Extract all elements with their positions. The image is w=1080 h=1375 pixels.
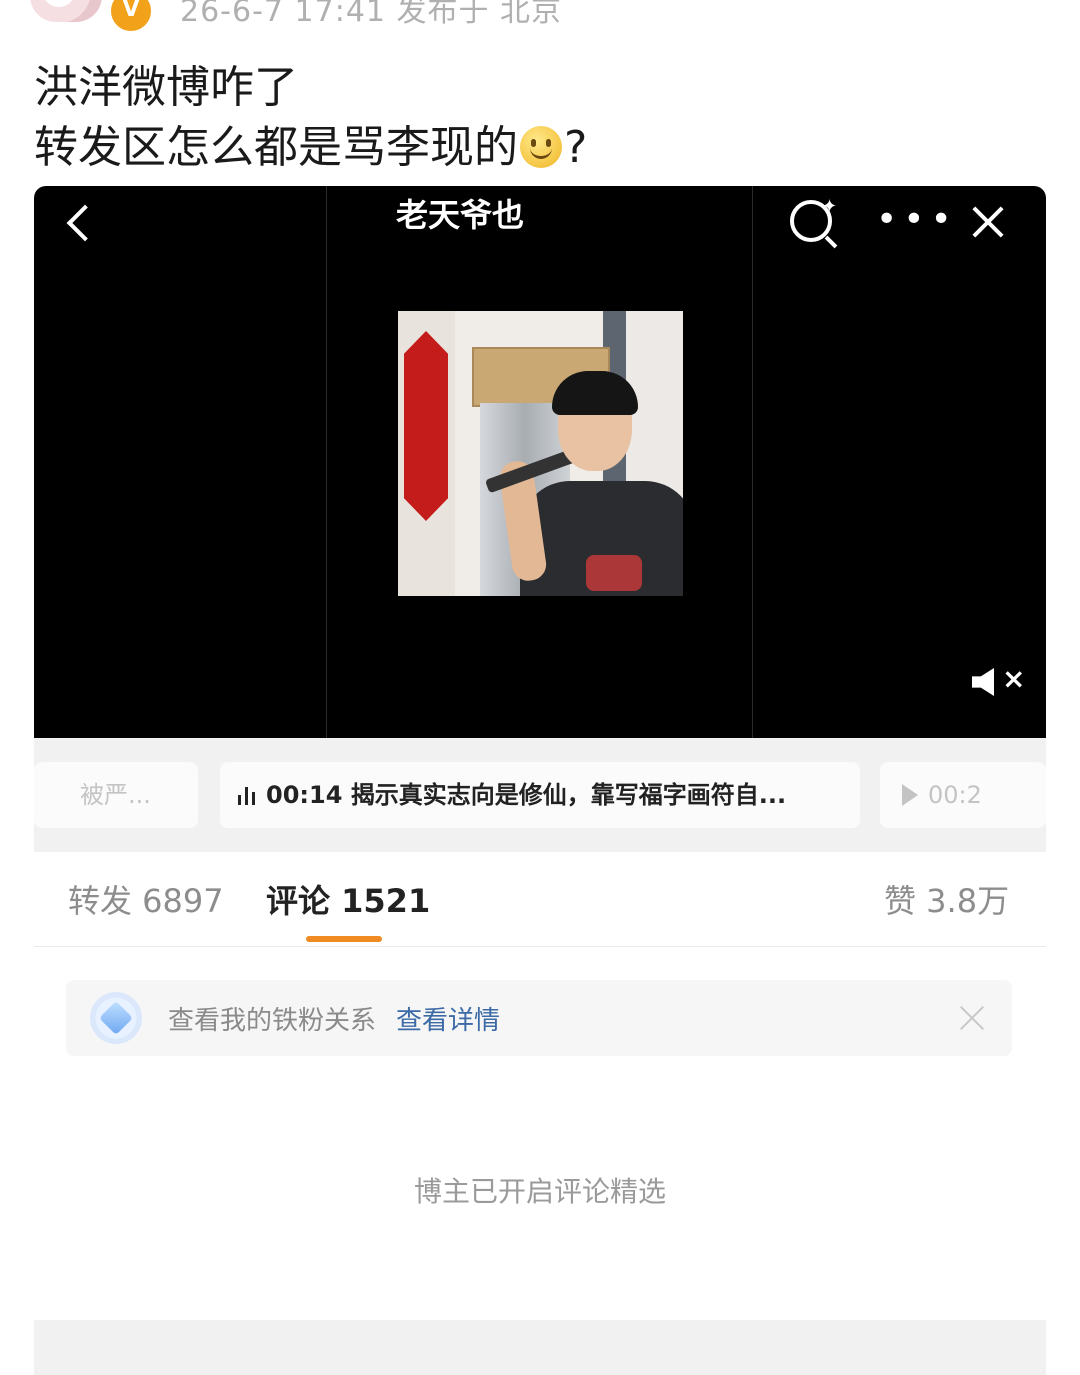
tab-repost[interactable]: 转发 6897 [68, 876, 224, 922]
bottom-bar [34, 1320, 1046, 1375]
post-meta: 26-6-7 17:41 发布于 北京 [180, 0, 563, 29]
post-line-2-text: 转发区怎么都是骂李现的 [34, 122, 518, 173]
video-frame-image [398, 311, 683, 596]
shirt-logo [586, 555, 642, 591]
person-hair [552, 371, 638, 415]
close-icon[interactable] [968, 202, 1008, 242]
fan-banner-link[interactable]: 查看详情 [396, 1000, 500, 1037]
mute-x-icon: × [1002, 662, 1026, 695]
verified-badge-icon: V [108, 0, 154, 34]
chapter-next-label: 00:2 [928, 781, 982, 809]
post-line-2: 转发区怎么都是骂李现的? [34, 118, 587, 178]
fu-banner [404, 331, 448, 521]
play-icon [902, 784, 918, 806]
post-body: 洪洋微博咋了 转发区怎么都是骂李现的? [34, 58, 587, 178]
more-icon[interactable]: ••• [876, 202, 958, 238]
chapter-chip-next[interactable]: 00:2 [880, 762, 1046, 828]
active-tab-indicator [306, 936, 382, 942]
tab-like[interactable]: 赞 3.8万 [884, 876, 1009, 922]
tab-comment[interactable]: 评论 1521 [266, 876, 430, 922]
post-line-1: 洪洋微博咋了 [34, 62, 298, 113]
sparkle-icon: ✦ [822, 196, 838, 217]
chapter-chip-prev[interactable]: 被严... [34, 762, 198, 828]
avatar[interactable] [30, 0, 102, 22]
panel-divider [752, 186, 753, 738]
post-line-2-suffix: ? [564, 122, 588, 173]
comments-curated-note: 博主已开启评论精选 [413, 1175, 666, 1208]
mute-icon[interactable]: × [972, 662, 1028, 700]
smile-emoji-icon [520, 126, 562, 168]
video-caption: 老天爷也 [396, 196, 525, 234]
divider [34, 946, 1046, 947]
diamond-icon [90, 992, 142, 1044]
chapter-current-label: 00:14 揭示真实志向是修仙，靠写福字画符自... [266, 781, 787, 809]
audio-bars-icon [238, 785, 260, 805]
speaker-icon [972, 668, 994, 696]
chapter-chip-current[interactable]: 00:14 揭示真实志向是修仙，靠写福字画符自... [220, 762, 860, 828]
fan-banner-text: 查看我的铁粉关系 [168, 1006, 377, 1036]
panel-divider [326, 186, 327, 738]
fan-banner-close-icon[interactable] [956, 1002, 988, 1034]
